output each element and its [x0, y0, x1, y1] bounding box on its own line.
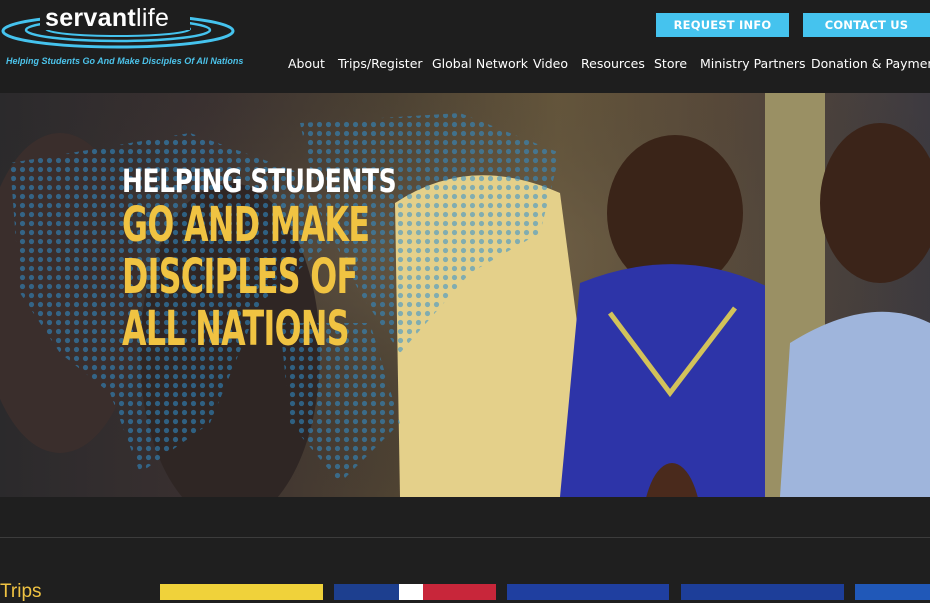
contact-us-button[interactable]: CONTACT US: [803, 13, 930, 37]
nav-store[interactable]: Store: [654, 56, 687, 71]
nav-trips-register[interactable]: Trips/Register: [338, 56, 423, 71]
hero-line-3: DISCIPLES OF: [122, 249, 358, 305]
trip-tile-2[interactable]: [334, 584, 496, 600]
trip-tile-3[interactable]: [507, 584, 669, 600]
trip-tile-5[interactable]: [855, 584, 930, 600]
main-nav: About Trips/Register Global Network Vide…: [0, 56, 930, 76]
nav-global-network[interactable]: Global Network: [432, 56, 528, 71]
hero-line-4: ALL NATIONS: [122, 301, 350, 357]
section-divider: [0, 537, 930, 538]
hero-headline: HELPING STUDENTS GO AND MAKE DISCIPLES O…: [122, 165, 422, 353]
hero-banner: HELPING STUDENTS GO AND MAKE DISCIPLES O…: [0, 93, 930, 497]
trip-tile-1[interactable]: [160, 584, 323, 600]
trip-tile-4[interactable]: [681, 584, 844, 600]
nav-about[interactable]: About: [288, 56, 325, 71]
nav-video[interactable]: Video: [533, 56, 568, 71]
hero-line-2: GO AND MAKE: [122, 197, 370, 253]
nav-ministry-partners[interactable]: Ministry Partners: [700, 56, 806, 71]
site-header: servantlife Helping Students Go And Make…: [0, 0, 930, 93]
nav-donation-payments[interactable]: Donation & Payments: [811, 56, 930, 71]
nav-resources[interactable]: Resources: [581, 56, 645, 71]
logo-wordmark: servantlife: [45, 4, 170, 32]
request-info-button[interactable]: REQUEST INFO: [656, 13, 789, 37]
hero-line-1: HELPING STUDENTS: [122, 162, 397, 200]
